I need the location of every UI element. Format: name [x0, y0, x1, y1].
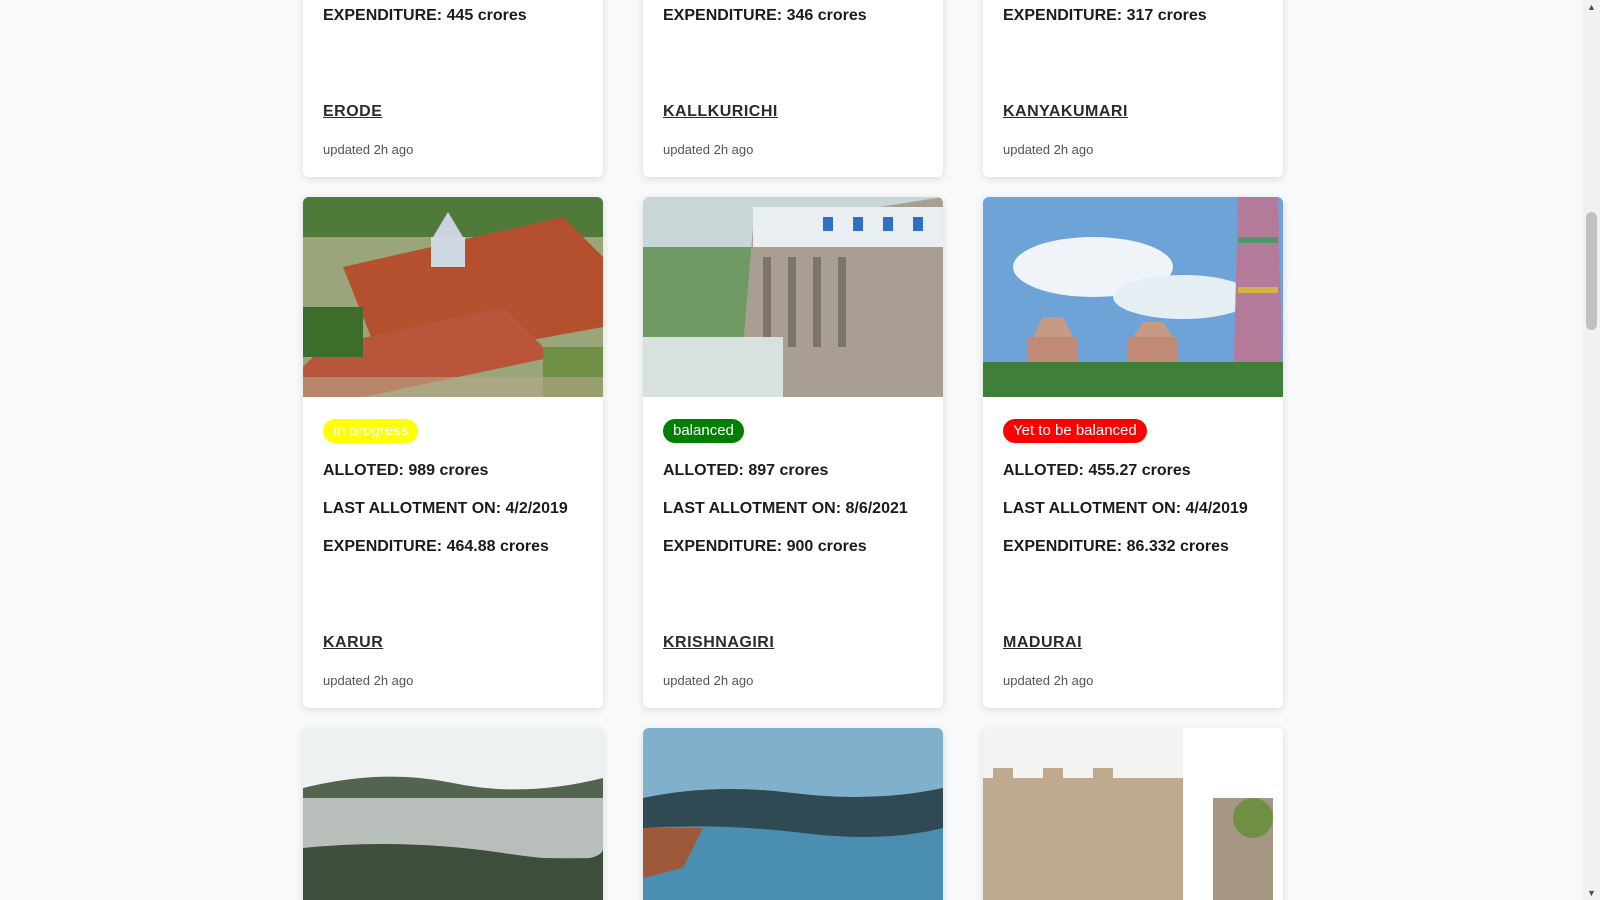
vertical-scrollbar[interactable]: ▲ ▼ [1583, 0, 1600, 900]
district-card-grid: EXPENDITURE: 445 crores ERODE updated 2h… [303, 0, 1283, 900]
alloted-text: ALLOTED: 989 crores [323, 462, 489, 479]
updated-time: updated 2h ago [663, 673, 754, 688]
expenditure-text: EXPENDITURE: 445 crores [323, 7, 527, 24]
updated-time: updated 2h ago [323, 142, 414, 157]
dam-illustration [643, 197, 943, 397]
updated-time: updated 2h ago [663, 142, 754, 157]
district-link-krishnagiri[interactable]: KRISHNAGIRI [663, 634, 774, 652]
card-body: EXPENDITURE: 445 crores ERODE updated 2h… [303, 0, 603, 177]
lake-illustration [643, 728, 943, 900]
misty-hills-image [303, 728, 603, 900]
karur-temple-image [303, 197, 603, 397]
last-allotment-text: LAST ALLOTMENT ON: 4/4/2019 [1003, 500, 1248, 517]
chevron-down-icon[interactable]: ▼ [1583, 886, 1600, 900]
district-link-kanyakumari[interactable]: KANYAKUMARI [1003, 103, 1128, 121]
status-badge: Yet to be balanced [1003, 419, 1147, 443]
district-card-next-2 [643, 728, 943, 900]
status-badge: In progress [323, 419, 419, 443]
district-link-kallkurichi[interactable]: KALLKURICHI [663, 103, 778, 121]
card-body: Yet to be balanced ALLOTED: 455.27 crore… [983, 397, 1283, 708]
district-card-erode: EXPENDITURE: 445 crores ERODE updated 2h… [303, 0, 603, 177]
expenditure-text: EXPENDITURE: 86.332 crores [1003, 538, 1229, 555]
district-card-krishnagiri: balanced ALLOTED: 897 crores LAST ALLOTM… [643, 197, 943, 708]
misty-hills-illustration [303, 728, 603, 900]
krishnagiri-dam-image [643, 197, 943, 397]
card-body: In progress ALLOTED: 989 crores LAST ALL… [303, 397, 603, 708]
district-card-madurai: Yet to be balanced ALLOTED: 455.27 crore… [983, 197, 1283, 708]
district-card-kanyakumari: EXPENDITURE: 317 crores KANYAKUMARI upda… [983, 0, 1283, 177]
district-card-next-1 [303, 728, 603, 900]
fort-illustration [983, 728, 1283, 900]
expenditure-text: EXPENDITURE: 464.88 crores [323, 538, 549, 555]
alloted-text: ALLOTED: 455.27 crores [1003, 462, 1191, 479]
chevron-up-icon[interactable]: ▲ [1583, 0, 1600, 14]
card-body: EXPENDITURE: 346 crores KALLKURICHI upda… [643, 0, 943, 177]
card-body: balanced ALLOTED: 897 crores LAST ALLOTM… [643, 397, 943, 708]
card-body: EXPENDITURE: 317 crores KANYAKUMARI upda… [983, 0, 1283, 177]
updated-time: updated 2h ago [323, 673, 414, 688]
district-card-kallkurichi: EXPENDITURE: 346 crores KALLKURICHI upda… [643, 0, 943, 177]
scrollbar-thumb[interactable] [1586, 212, 1597, 330]
expenditure-text: EXPENDITURE: 346 crores [663, 7, 867, 24]
status-badge: balanced [663, 419, 744, 443]
last-allotment-text: LAST ALLOTMENT ON: 4/2/2019 [323, 500, 568, 517]
fort-image [983, 728, 1283, 900]
expenditure-text: EXPENDITURE: 900 crores [663, 538, 867, 555]
district-link-karur[interactable]: KARUR [323, 634, 383, 652]
expenditure-text: EXPENDITURE: 317 crores [1003, 7, 1207, 24]
temple-towers-illustration [983, 197, 1283, 397]
district-link-madurai[interactable]: MADURAI [1003, 634, 1082, 652]
temple-roofs-illustration [303, 197, 603, 397]
district-link-erode[interactable]: ERODE [323, 103, 382, 121]
alloted-text: ALLOTED: 897 crores [663, 462, 829, 479]
district-card-karur: In progress ALLOTED: 989 crores LAST ALL… [303, 197, 603, 708]
last-allotment-text: LAST ALLOTMENT ON: 8/6/2021 [663, 500, 908, 517]
updated-time: updated 2h ago [1003, 673, 1094, 688]
page-viewport: EXPENDITURE: 445 crores ERODE updated 2h… [0, 0, 1600, 900]
lake-image [643, 728, 943, 900]
district-card-next-3 [983, 728, 1283, 900]
updated-time: updated 2h ago [1003, 142, 1094, 157]
madurai-temple-image [983, 197, 1283, 397]
